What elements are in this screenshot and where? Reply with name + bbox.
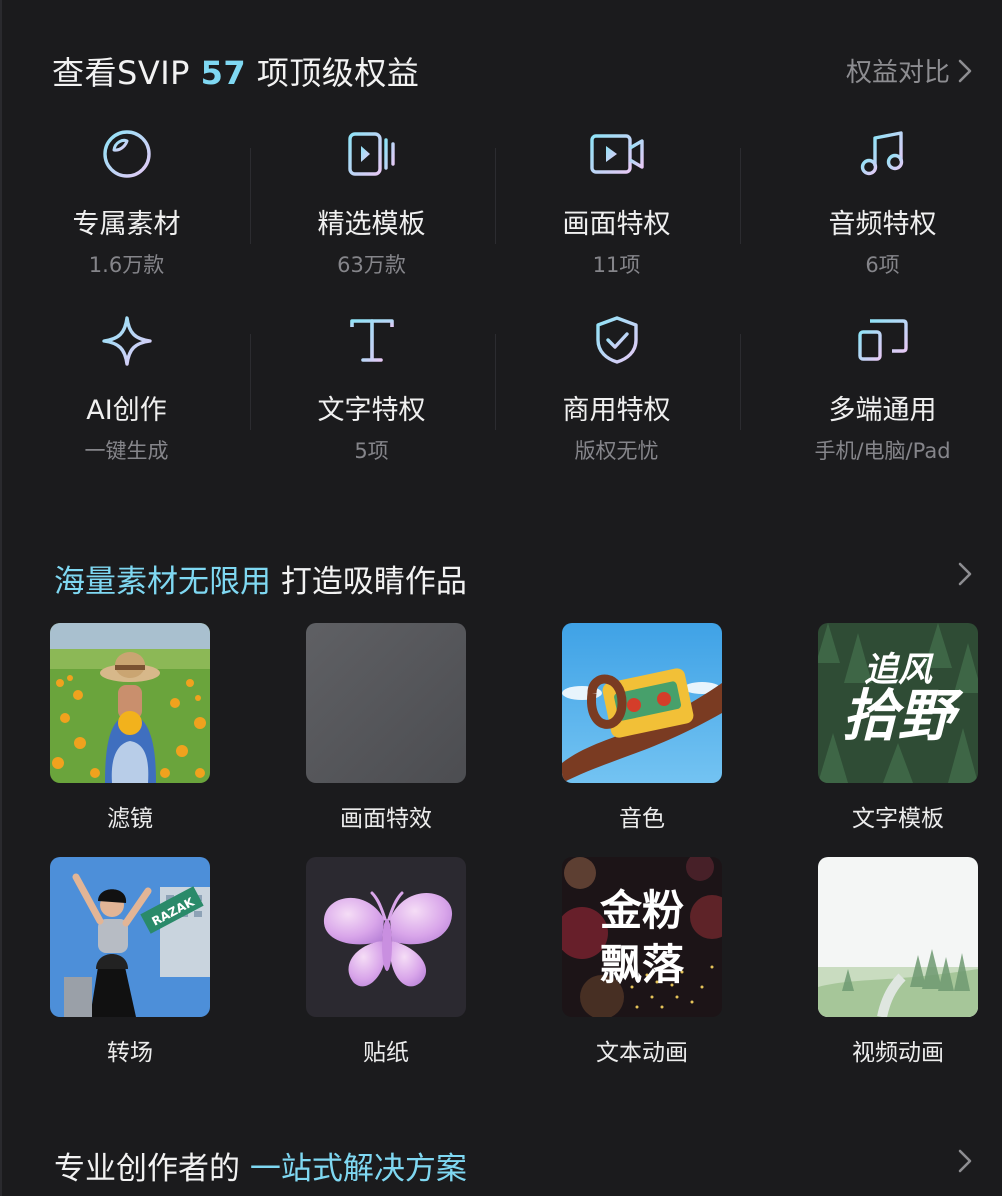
benefit-name: 多端通用	[828, 395, 937, 426]
benefit-name: 文字特权	[317, 395, 426, 426]
thumb-text-line2: 拾野	[842, 684, 964, 749]
benefits-row-1: 专属素材 1.6万款 精选模板 63万款 画面特权 11项 音频特权 6项	[2, 128, 1002, 314]
benefit-item-exclusive-materials[interactable]: 专属素材 1.6万款	[4, 128, 249, 279]
chevron-right-icon	[958, 1149, 972, 1173]
materials-section-header[interactable]: 海量素材无限用 打造吸睛作品	[54, 556, 972, 602]
benefits-grid: 专属素材 1.6万款 精选模板 63万款 画面特权 11项 音频特权 6项 AI…	[2, 128, 1002, 500]
material-label: 贴纸	[363, 1040, 409, 1066]
divider	[740, 334, 741, 430]
material-label: 滤镜	[107, 806, 153, 832]
benefit-item-templates[interactable]: 精选模板 63万款	[249, 128, 494, 279]
material-tile-transition[interactable]: RAZAK 转场	[50, 857, 210, 1067]
benefit-name: 专属素材	[72, 209, 181, 240]
template-icon	[249, 128, 494, 190]
effects-thumbnail	[306, 623, 466, 783]
material-label: 音色	[619, 806, 665, 832]
multi-device-icon	[760, 314, 1002, 376]
sparkle-icon	[4, 314, 249, 376]
material-label: 转场	[107, 1040, 153, 1066]
benefit-item-text[interactable]: 文字特权 5项	[249, 314, 494, 465]
transition-thumbnail: RAZAK	[50, 857, 210, 1017]
text-template-thumbnail: 追风 拾野	[818, 623, 978, 783]
divider	[740, 148, 741, 244]
materials-title-rest: 打造吸睛作品	[271, 564, 467, 600]
benefit-desc: 63万款	[337, 253, 406, 277]
pro-section-header[interactable]: 专业创作者的 一站式解决方案	[54, 1143, 972, 1189]
benefit-name: 音频特权	[828, 209, 937, 240]
video-animation-thumbnail	[818, 857, 978, 1017]
benefit-item-visual[interactable]: 画面特权 11项	[494, 128, 739, 279]
benefit-name: 画面特权	[562, 209, 671, 240]
benefit-item-audio[interactable]: 音频特权 6项	[760, 128, 1002, 279]
benefit-name: 商用特权	[562, 395, 671, 426]
sticker-thumbnail	[306, 857, 466, 1017]
title-suffix: 项顶级权益	[246, 54, 420, 92]
thumb-text-line2: 飘落	[600, 940, 685, 989]
benefit-desc: 5项	[354, 439, 389, 463]
palette-icon	[4, 128, 249, 190]
material-tile-text-animation[interactable]: 金粉 飘落 文本动画	[562, 857, 722, 1067]
material-tile-voice[interactable]: 音色	[562, 623, 722, 833]
material-tile-filter[interactable]: 滤镜	[50, 623, 210, 833]
benefit-item-ai[interactable]: AI创作 一键生成	[4, 314, 249, 465]
compare-benefits-link[interactable]: 权益对比	[846, 52, 972, 89]
pro-section-title: 专业创作者的 一站式解决方案	[54, 1143, 467, 1188]
filter-thumbnail	[50, 623, 210, 783]
material-label: 视频动画	[852, 1040, 944, 1066]
chevron-right-icon	[958, 59, 972, 83]
benefit-desc: 版权无忧	[574, 439, 659, 463]
text-icon	[249, 314, 494, 376]
benefit-count: 57	[200, 54, 247, 92]
material-tile-video-animation[interactable]: 视频动画	[818, 857, 978, 1067]
benefit-desc: 1.6万款	[88, 253, 165, 277]
video-camera-icon	[494, 128, 739, 190]
benefit-item-multi-device[interactable]: 多端通用 手机/电脑/Pad	[760, 314, 1002, 465]
benefits-header: 查看SVIP 57 项顶级权益 权益对比	[52, 44, 972, 94]
title-prefix: 查看SVIP	[52, 54, 201, 92]
material-tile-sticker[interactable]: 贴纸	[306, 857, 466, 1067]
text-animation-thumbnail: 金粉 飘落	[562, 857, 722, 1017]
benefit-desc: 6项	[865, 253, 900, 277]
benefit-desc: 一键生成	[84, 439, 169, 463]
pro-title-highlight: 一站式解决方案	[249, 1151, 467, 1187]
materials-section-title: 海量素材无限用 打造吸睛作品	[54, 556, 467, 601]
benefit-desc: 手机/电脑/Pad	[814, 439, 951, 463]
voice-thumbnail	[562, 623, 722, 783]
material-label: 文本动画	[596, 1040, 688, 1066]
benefits-title: 查看SVIP 57 项顶级权益	[52, 48, 419, 94]
benefit-name: 精选模板	[317, 209, 426, 240]
benefit-item-commercial[interactable]: 商用特权 版权无忧	[494, 314, 739, 465]
compare-benefits-label: 权益对比	[845, 58, 950, 88]
material-tile-text-template[interactable]: 追风 拾野 文字模板	[818, 623, 978, 833]
music-note-icon	[760, 128, 1002, 190]
material-label: 文字模板	[852, 806, 944, 832]
chevron-right-icon	[958, 562, 972, 586]
benefit-name: AI创作	[86, 395, 167, 426]
benefits-row-2: AI创作 一键生成 文字特权 5项 商用特权 版权无忧 多端通用 手机/电脑/P…	[2, 314, 1002, 500]
pro-title-normal: 专业创作者的	[54, 1151, 250, 1187]
material-tile-effects[interactable]: 画面特效	[306, 623, 466, 833]
shield-check-icon	[494, 314, 739, 376]
benefit-desc: 11项	[592, 253, 641, 277]
thumb-text-line1: 金粉	[599, 886, 684, 935]
material-label: 画面特效	[340, 806, 432, 832]
svip-benefits-panel: 查看SVIP 57 项顶级权益 权益对比 专属素材 1.6万款 精选模板 63万…	[0, 0, 1002, 1196]
materials-title-highlight: 海量素材无限用	[54, 564, 271, 600]
